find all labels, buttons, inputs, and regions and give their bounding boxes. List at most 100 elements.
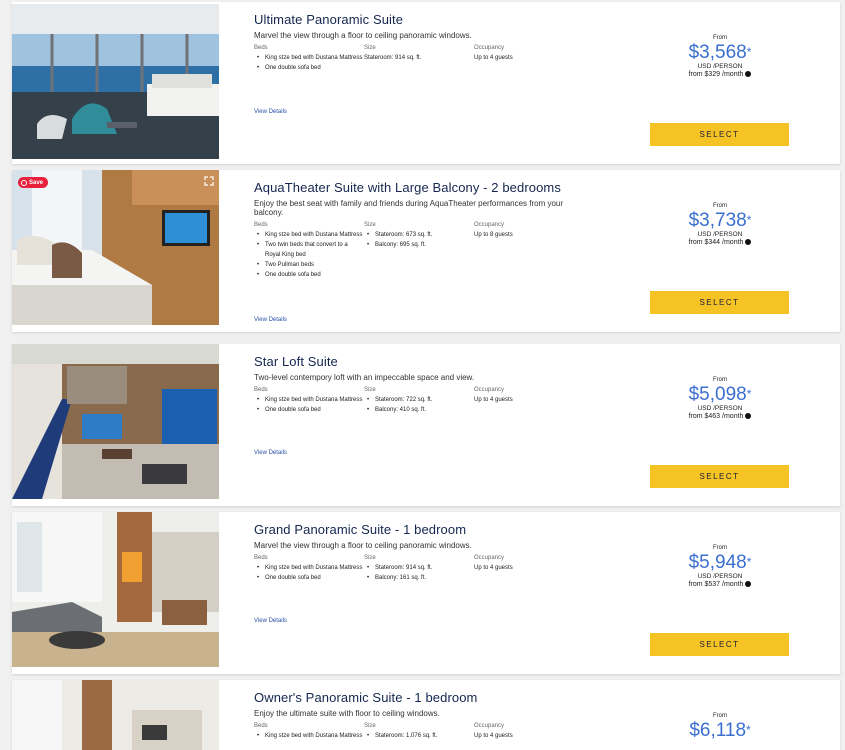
bed-item: One double sofa bed <box>254 405 364 415</box>
suite-info: Owner's Panoramic Suite - 1 bedroom Enjo… <box>254 690 594 741</box>
beds-column: Beds King stze bed with Dustana Mattress… <box>254 553 364 583</box>
size-item: Stateroom: 673 sq. ft. <box>364 230 474 240</box>
bed-item: King stze bed with Dustana Mattress <box>254 731 364 741</box>
size-column: Size Stateroom: 722 sq. ft. Balcony: 410… <box>364 385 474 415</box>
size-heading: Size <box>364 723 376 729</box>
beds-heading: Beds <box>254 45 268 51</box>
suite-description: Enjoy the best seat with family and frie… <box>254 199 564 217</box>
size-column: Size Stateroom: 673 sq. ft. Balcony: 695… <box>364 220 474 280</box>
suite-info: Star Loft Suite Two-level contempory lof… <box>254 354 594 415</box>
occupancy-heading: Occupancy <box>474 45 505 51</box>
from-label: From <box>713 377 727 383</box>
occupancy-heading: Occupancy <box>474 222 505 228</box>
beds-heading: Beds <box>254 387 268 393</box>
suite-description: Marvel the view through a floor to ceili… <box>254 541 472 550</box>
size-item: Stateroom: 1,076 sq. ft. <box>364 731 474 741</box>
occupancy-value: Up to 4 guests <box>474 733 513 739</box>
per-person-label: USD /PERSON <box>697 231 743 238</box>
size-item: Balcony: 161 sq. ft. <box>364 573 474 583</box>
price-box: From $5,098* USD /PERSON from $463 /mont… <box>650 377 790 420</box>
size-heading: Size <box>364 555 376 561</box>
occupancy-column: Occupancy Up to 4 guests <box>474 553 584 583</box>
price-box: From $3,568* USD /PERSON from $329 /mont… <box>650 35 790 78</box>
view-details-link[interactable]: View Details <box>254 450 287 456</box>
from-label: From <box>713 203 727 209</box>
occupancy-heading: Occupancy <box>474 387 505 393</box>
suite-card: Star Loft Suite Two-level contempory lof… <box>12 344 840 506</box>
bed-item: King stze bed with Dustana Mattress <box>254 53 364 63</box>
size-column: Size Stateroom: 914 sq. ft. Balcony: 161… <box>364 553 474 583</box>
info-icon[interactable] <box>745 239 752 246</box>
suite-description: Two-level contempory loft with an impecc… <box>254 373 475 382</box>
pin-icon <box>21 179 27 186</box>
suite-list: Ultimate Panoramic Suite Marvel the view… <box>0 0 845 750</box>
occupancy-column: Occupancy Up to 8 guests <box>474 220 584 280</box>
size-heading: Size <box>364 45 376 51</box>
suite-title: Grand Panoramic Suite - 1 bedroom <box>254 522 467 537</box>
monthly-price: from $344 /month <box>650 239 790 246</box>
bed-item: Two Pullman beds <box>254 260 364 270</box>
beds-heading: Beds <box>254 222 268 228</box>
price-amount: $5,098* <box>688 384 752 405</box>
occupancy-heading: Occupancy <box>474 555 505 561</box>
from-label: From <box>713 35 727 41</box>
select-button[interactable]: SELECT <box>650 465 789 488</box>
beds-column: Beds King stze bed with Dustana Mattress… <box>254 385 364 415</box>
beds-column: Beds King stze bed with Dustana Mattress… <box>254 220 364 280</box>
monthly-price: from $537 /month <box>650 581 790 588</box>
price-amount: $3,738* <box>688 210 752 231</box>
bed-item: King stze bed with Dustana Mattress <box>254 230 364 240</box>
beds-column: Beds King stze bed with Dustana Mattress… <box>254 43 364 73</box>
view-details-link[interactable]: View Details <box>254 618 287 624</box>
suite-card: Ultimate Panoramic Suite Marvel the view… <box>12 2 840 164</box>
price-amount: $3,568* <box>688 42 752 63</box>
monthly-price: from $329 /month <box>650 71 790 78</box>
suite-title: Owner's Panoramic Suite - 1 bedroom <box>254 690 478 705</box>
suite-photo[interactable] <box>12 4 219 159</box>
info-icon[interactable] <box>745 413 752 420</box>
price-box: From $6,118* <box>650 713 790 742</box>
save-badge[interactable]: Save <box>18 177 49 188</box>
bed-item: Two twin beds that convert to a Royal Ki… <box>254 240 364 260</box>
suite-info: Ultimate Panoramic Suite Marvel the view… <box>254 12 594 73</box>
select-button[interactable]: SELECT <box>650 633 789 656</box>
bed-item: One double sofa bed <box>254 573 364 583</box>
occupancy-value: Up to 4 guests <box>474 397 513 403</box>
occupancy-value: Up to 4 guests <box>474 55 513 61</box>
view-details-link[interactable]: View Details <box>254 317 287 323</box>
suite-photo[interactable] <box>12 512 219 667</box>
suite-card: Grand Panoramic Suite - 1 bedroom Marvel… <box>12 512 840 674</box>
beds-heading: Beds <box>254 555 268 561</box>
from-label: From <box>713 713 727 719</box>
suite-title: Ultimate Panoramic Suite <box>254 12 404 27</box>
suite-photo[interactable]: Save <box>12 170 219 325</box>
bed-item: One double sofa bed <box>254 270 364 280</box>
view-details-link[interactable]: View Details <box>254 109 287 115</box>
suite-info: AquaTheater Suite with Large Balcony - 2… <box>254 180 594 280</box>
suite-title: Star Loft Suite <box>254 354 338 369</box>
size-column: Size Stateroom: 914 sq. ft. <box>364 43 474 73</box>
suite-photo[interactable] <box>12 680 219 750</box>
select-button[interactable]: SELECT <box>650 123 789 146</box>
size-heading: Size <box>364 387 376 393</box>
size-item: Stateroom: 914 sq. ft. <box>364 563 474 573</box>
occupancy-heading: Occupancy <box>474 723 505 729</box>
select-button[interactable]: SELECT <box>650 291 789 314</box>
size-heading: Size <box>364 222 376 228</box>
bed-item: One double sofa bed <box>254 63 364 73</box>
beds-heading: Beds <box>254 723 268 729</box>
size-column: Size Stateroom: 1,076 sq. ft. <box>364 721 474 741</box>
info-icon[interactable] <box>745 71 752 78</box>
price-box: From $3,738* USD /PERSON from $344 /mont… <box>650 203 790 246</box>
bed-item: King stze bed with Dustana Mattress <box>254 395 364 405</box>
expand-icon[interactable] <box>204 176 214 186</box>
suite-title: AquaTheater Suite with Large Balcony - 2… <box>254 180 561 195</box>
per-person-label: USD /PERSON <box>697 405 743 412</box>
from-label: From <box>713 545 727 551</box>
size-item: Stateroom: 722 sq. ft. <box>364 395 474 405</box>
suite-photo[interactable] <box>12 344 219 499</box>
occupancy-column: Occupancy Up to 4 guests <box>474 43 584 73</box>
info-icon[interactable] <box>745 581 752 588</box>
suite-info: Grand Panoramic Suite - 1 bedroom Marvel… <box>254 522 594 583</box>
per-person-label: USD /PERSON <box>697 573 743 580</box>
